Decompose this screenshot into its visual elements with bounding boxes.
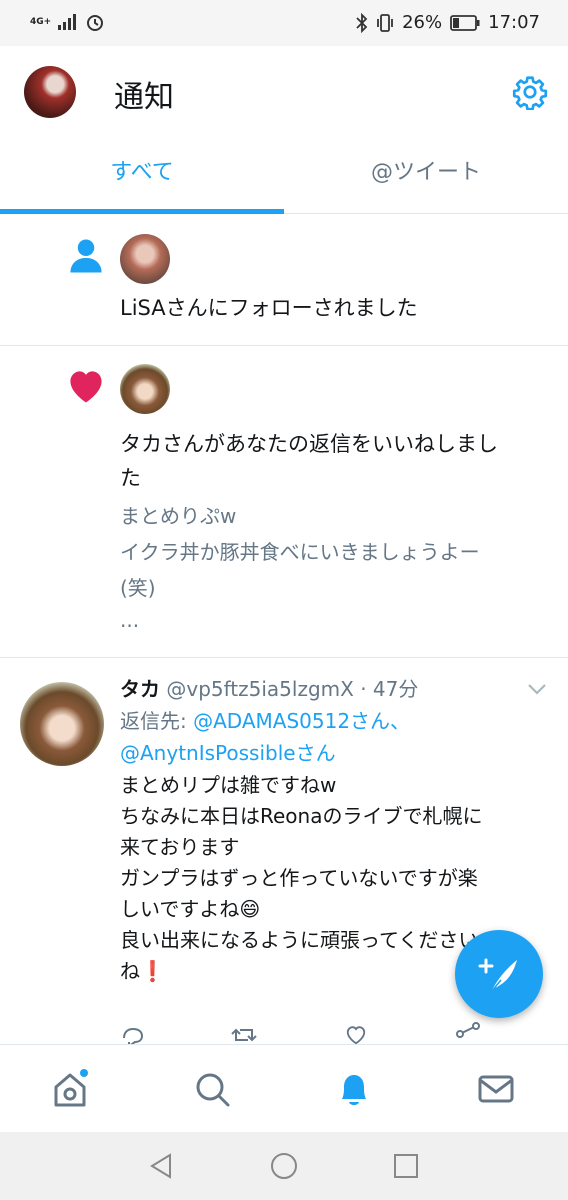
quoted-reply-line1: まとめりぷw	[120, 504, 237, 528]
heart-icon	[70, 371, 102, 403]
system-navigation-bar	[0, 1132, 568, 1200]
like-icon[interactable]	[342, 1024, 370, 1044]
retweet-icon[interactable]	[230, 1024, 258, 1044]
page-title: 通知	[114, 80, 174, 115]
bottom-navigation	[0, 1044, 568, 1132]
like-notification[interactable]: タカさんがあなたの返信をいいねしまし た まとめりぷw イクラ丼か豚丼食べにいき…	[0, 346, 568, 658]
ellipsis: ...	[120, 608, 140, 632]
quoted-reply-line2: イクラ丼か豚丼食べにいきましょうよー	[120, 540, 480, 564]
reply-icon[interactable]	[120, 1026, 146, 1044]
clock: 17:07	[488, 12, 540, 33]
chevron-down-icon[interactable]	[526, 682, 548, 696]
app-header: 通知	[0, 46, 568, 142]
avatar[interactable]	[20, 682, 104, 766]
notification-text: LiSAさんにフォローされました	[120, 296, 418, 320]
status-bar: 4G+ 26% 17:07	[0, 0, 568, 46]
messages-icon[interactable]	[472, 1065, 520, 1113]
tab-all[interactable]: すべて	[0, 142, 284, 214]
status-bar-right: 26% 17:07	[356, 12, 540, 33]
search-icon[interactable]	[188, 1065, 236, 1113]
follow-notification[interactable]: LiSAさんにフォローされました	[0, 214, 568, 346]
tweet-text-line: ガンプラはずっと作っていないですが楽	[120, 866, 478, 890]
notifications-icon[interactable]	[330, 1065, 378, 1113]
tweet-header: タカ @vp5ftz5ia5lzgmX · 47分	[120, 674, 418, 704]
author-handle-time: @vp5ftz5ia5lzgmX · 47分	[166, 677, 419, 701]
share-icon[interactable]	[454, 1022, 482, 1044]
quoted-reply-line3: (笑)	[120, 576, 156, 600]
notification-tabs: すべて @ツイート	[0, 142, 568, 214]
mention-link[interactable]: @ADAMAS0512さん、	[193, 709, 410, 733]
tweet-text-line: ちなみに本日はReonaのライブで札幌に	[120, 804, 483, 828]
avatar[interactable]	[120, 364, 170, 414]
notification-feed[interactable]: LiSAさんにフォローされました タカさんがあなたの返信をいいねしまし た まと…	[0, 214, 568, 1044]
author-name[interactable]: タカ	[120, 677, 160, 701]
person-icon	[70, 239, 102, 273]
mention-link[interactable]: @AnytnIsPossibleさん	[120, 738, 336, 768]
my-profile-avatar[interactable]	[24, 66, 76, 118]
reply-to-line: 返信先: @ADAMAS0512さん、	[120, 706, 410, 736]
avatar[interactable]	[120, 234, 170, 284]
tweet-text-line: まとめリプは雑ですねw	[120, 773, 337, 797]
battery-percent: 26%	[402, 12, 443, 33]
recents-icon[interactable]	[390, 1150, 422, 1182]
tweet-text-line: 来ております	[120, 835, 240, 859]
battery-icon	[450, 14, 480, 31]
bluetooth-icon	[356, 12, 368, 33]
tab-mentions[interactable]: @ツイート	[284, 142, 568, 214]
compose-tweet-icon	[478, 958, 517, 993]
home-icon[interactable]	[46, 1065, 94, 1113]
home-circle-icon[interactable]	[268, 1150, 300, 1182]
vibrate-icon	[377, 13, 394, 32]
signal-icon	[58, 14, 77, 30]
alarm-icon	[87, 15, 104, 31]
notification-text-line2: た	[120, 466, 141, 490]
back-icon[interactable]	[146, 1150, 178, 1182]
network-type-label: 4G+	[30, 16, 52, 27]
tweet-text-line: しいですよね😄	[120, 897, 261, 921]
gear-icon[interactable]	[512, 74, 548, 110]
compose-tweet-button[interactable]	[455, 930, 543, 1018]
status-bar-left: 4G+	[30, 12, 105, 32]
notification-text-line1: タカさんがあなたの返信をいいねしまし	[120, 432, 498, 456]
reply-prefix: 返信先:	[120, 709, 194, 733]
